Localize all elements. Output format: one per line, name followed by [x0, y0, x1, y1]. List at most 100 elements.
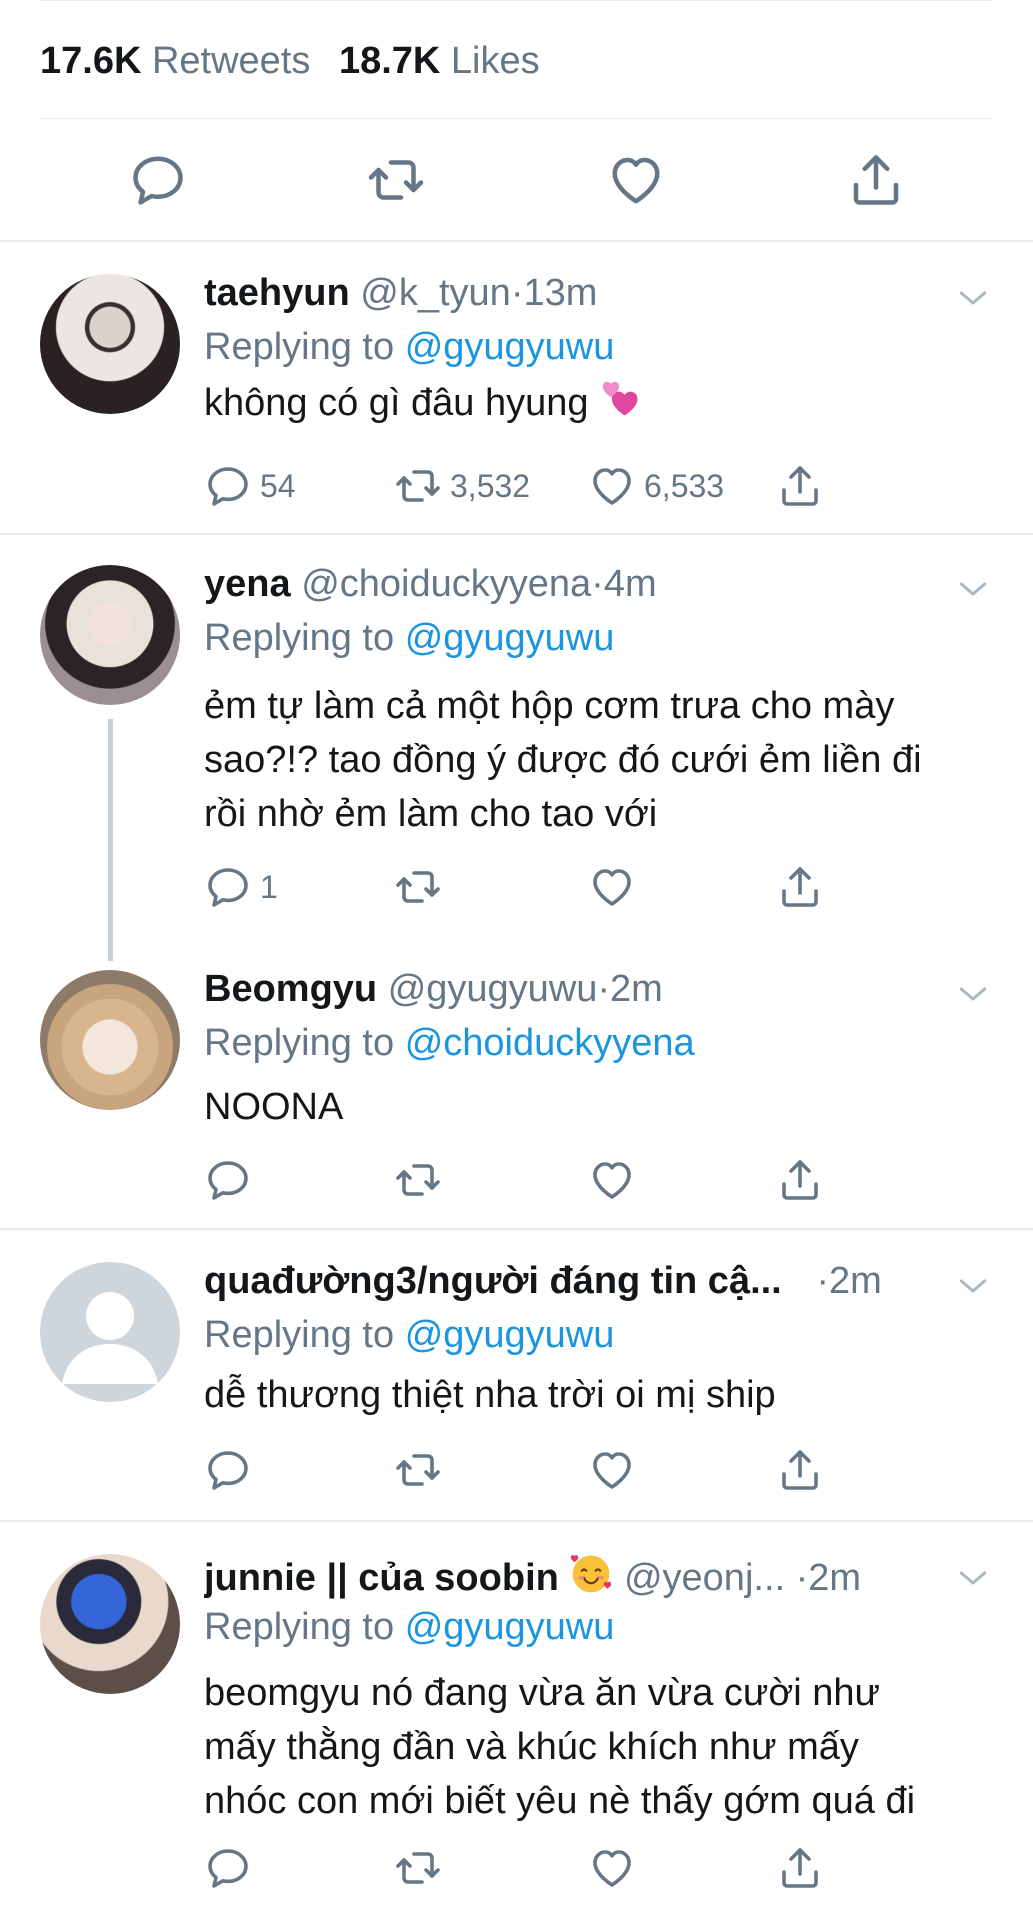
retweets-count: 17.6K: [40, 40, 142, 82]
retweet-button[interactable]: [394, 857, 450, 917]
separator-dot: ·: [591, 563, 604, 605]
tweet-actions: 1: [204, 857, 993, 917]
timestamp[interactable]: 2m: [610, 968, 663, 1010]
timestamp[interactable]: 13m: [523, 272, 597, 314]
display-name[interactable]: Beomgyu: [204, 968, 377, 1010]
user-handle[interactable]: @choiduckyyena: [301, 563, 591, 605]
replying-to: Replying to @gyugyuwu: [204, 617, 614, 660]
reply-icon: [204, 1156, 252, 1204]
share-button[interactable]: [776, 1440, 832, 1500]
tweet-actions: [204, 1440, 993, 1500]
retweet-button[interactable]: [394, 1440, 450, 1500]
chevron-down-icon[interactable]: [953, 1266, 993, 1306]
share-button[interactable]: [846, 150, 906, 210]
user-handle[interactable]: @k_tyun: [360, 272, 511, 314]
tweet-header: taehyun @k_tyun·13m: [204, 272, 923, 315]
likes-stat[interactable]: 18.7K Likes: [339, 40, 558, 82]
reply-count: 1: [260, 868, 278, 905]
revolving-hearts-emoji: [599, 377, 643, 421]
tweet-text-line: rồi nhờ ẻm làm cho tao với: [204, 793, 658, 835]
display-name[interactable]: quađường3/người đáng tin cậ...: [204, 1260, 782, 1302]
mention-link[interactable]: @choiduckyyena: [405, 1022, 695, 1064]
tweet-stats: 17.6K Retweets 18.7K Likes: [40, 40, 558, 83]
heart-icon: [588, 1844, 636, 1892]
tweet-header: junnie || của soobin @yeonj... ·2m: [204, 1552, 923, 1600]
reply-icon: [204, 1446, 252, 1494]
retweet-button[interactable]: [394, 1150, 450, 1210]
main-tweet-actions: [0, 140, 1033, 220]
mention-link[interactable]: @gyugyuwu: [405, 617, 615, 659]
avatar[interactable]: [40, 565, 180, 705]
thread-line: [108, 719, 113, 961]
chevron-down-icon[interactable]: [953, 278, 993, 318]
separator-dot: ·: [597, 968, 611, 1010]
retweet-icon: [394, 1446, 442, 1494]
retweet-button[interactable]: 3,532: [394, 456, 530, 516]
tweet-actions: [204, 1838, 993, 1898]
display-name[interactable]: yena: [204, 563, 291, 605]
share-button[interactable]: [776, 1838, 832, 1898]
user-handle[interactable]: @gyugyuwu: [388, 968, 598, 1010]
display-name[interactable]: junnie || của soobin: [204, 1557, 559, 1599]
chevron-down-icon[interactable]: [953, 569, 993, 609]
avatar[interactable]: [40, 1262, 180, 1402]
tweet-text: không có gì đâu hyung: [204, 376, 1003, 430]
avatar[interactable]: [40, 970, 180, 1110]
retweet-button[interactable]: [366, 150, 426, 210]
likes-label: Likes: [450, 40, 540, 82]
like-button[interactable]: [588, 1838, 644, 1898]
retweet-button[interactable]: [394, 1838, 450, 1898]
share-button[interactable]: [776, 1150, 832, 1210]
like-button[interactable]: [588, 1150, 644, 1210]
avatar[interactable]: [40, 1554, 180, 1694]
tweet-text-line: nhóc con mới biết yêu nè thấy gớm quá đi: [204, 1780, 916, 1822]
tweet-text: NOONA: [204, 1080, 1003, 1134]
mention-link[interactable]: @gyugyuwu: [405, 326, 615, 368]
mention-link[interactable]: @gyugyuwu: [405, 1314, 615, 1356]
section-divider: [0, 1520, 1033, 1522]
heart-icon: [588, 1446, 636, 1494]
tweet-header: yena @choiduckyyena·4m: [204, 563, 923, 606]
replying-to: Replying to @gyugyuwu: [204, 1606, 614, 1649]
like-button[interactable]: [588, 1440, 644, 1500]
reply-button[interactable]: 54: [204, 456, 296, 516]
reply-icon: [204, 863, 252, 911]
share-button[interactable]: [776, 857, 832, 917]
display-name[interactable]: taehyun: [204, 272, 350, 314]
reply-button[interactable]: [204, 1440, 260, 1500]
timestamp[interactable]: 4m: [604, 563, 657, 605]
reply-button[interactable]: [204, 1150, 260, 1210]
retweets-label: Retweets: [151, 40, 311, 82]
tweet-text: beomgyu nó đang vừa ăn vừa cười như mấy …: [204, 1666, 1003, 1828]
likes-count: 18.7K: [338, 40, 441, 82]
retweet-count: 3,532: [450, 467, 531, 504]
section-divider: [0, 240, 1033, 242]
section-divider: [0, 533, 1033, 535]
retweet-icon: [394, 462, 442, 510]
timestamp[interactable]: 2m: [829, 1260, 882, 1302]
mention-link[interactable]: @gyugyuwu: [405, 1606, 615, 1648]
timestamp[interactable]: 2m: [808, 1557, 861, 1599]
default-avatar-icon: [62, 1292, 158, 1384]
tweet-text-line: không có gì đâu hyung: [204, 382, 589, 424]
separator-dot: ·: [816, 1260, 829, 1302]
reply-button[interactable]: 1: [204, 857, 278, 917]
like-button[interactable]: [588, 857, 644, 917]
tweet-actions: 54 3,532 6,533: [204, 456, 993, 516]
chevron-down-icon[interactable]: [953, 1558, 993, 1598]
tweet-text: ẻm tự làm cả một hộp cơm trưa cho mày sa…: [204, 679, 1003, 841]
tweet-text-line: beomgyu nó đang vừa ăn vừa cười như: [204, 1672, 880, 1714]
share-icon: [846, 150, 906, 210]
reply-button[interactable]: [128, 150, 188, 210]
retweets-stat[interactable]: 17.6K Retweets: [40, 40, 339, 82]
reply-button[interactable]: [204, 1838, 260, 1898]
chevron-down-icon[interactable]: [953, 974, 993, 1014]
tweet-text-line: NOONA: [204, 1086, 344, 1128]
user-handle[interactable]: @yeonj...: [624, 1557, 785, 1599]
retweet-icon: [394, 863, 442, 911]
share-button[interactable]: [776, 456, 832, 516]
like-button[interactable]: 6,533: [588, 456, 724, 516]
avatar[interactable]: [40, 274, 180, 414]
heart-icon: [588, 462, 636, 510]
like-button[interactable]: [606, 150, 666, 210]
